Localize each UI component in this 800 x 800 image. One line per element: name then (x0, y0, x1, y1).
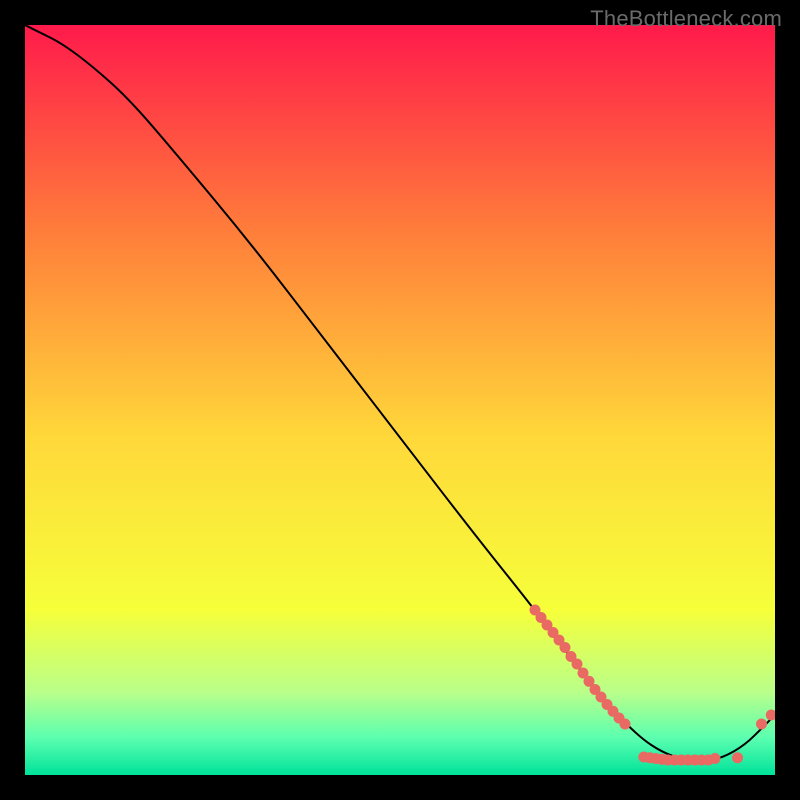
data-dot (572, 659, 583, 670)
watermark-text: TheBottleneck.com (590, 6, 782, 32)
data-dot (710, 753, 721, 764)
gradient-background (25, 25, 775, 775)
bottleneck-chart (25, 25, 775, 775)
data-dot (756, 719, 767, 730)
data-dot (732, 752, 743, 763)
chart-container: TheBottleneck.com (0, 0, 800, 800)
data-dot (620, 719, 631, 730)
data-dot (560, 642, 571, 653)
